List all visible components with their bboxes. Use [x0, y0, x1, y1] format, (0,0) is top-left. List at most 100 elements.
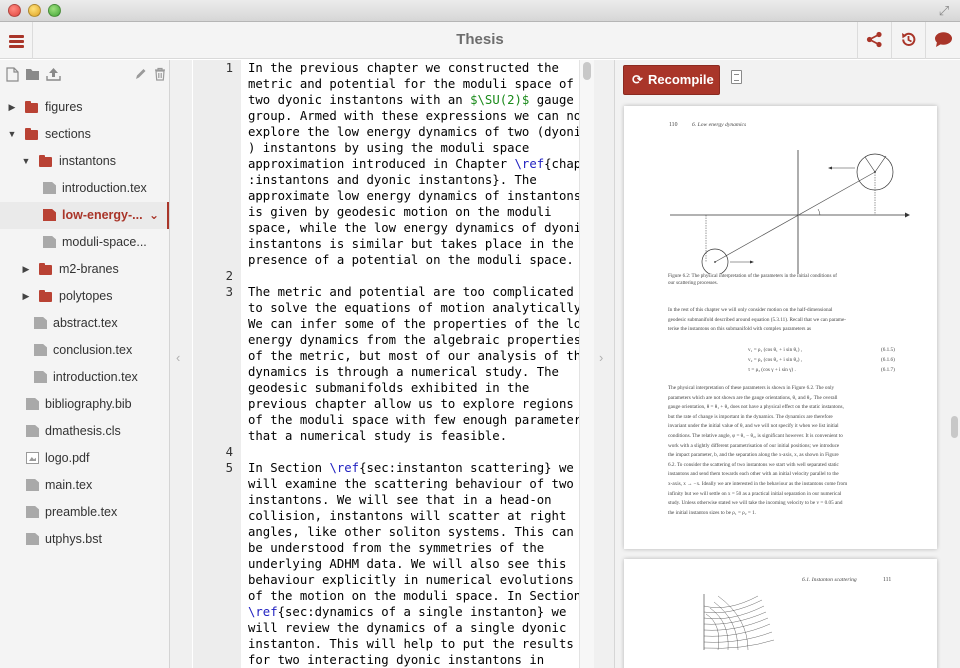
history-button[interactable] — [891, 22, 925, 59]
tree-item-label: conclusion.tex — [53, 343, 133, 357]
code-line[interactable]: We can infer some of the properties of t… — [248, 316, 589, 332]
file-item-logo-pdf[interactable]: logo.pdf — [0, 445, 169, 472]
latex-command: \ref — [329, 461, 360, 475]
code-line[interactable]: two dyonic instantons with an $\SU(2)$ g… — [248, 92, 574, 108]
file-item-abstract-tex[interactable]: abstract.tex — [0, 310, 169, 337]
code-line[interactable]: to solve the equations of motion analyti… — [248, 300, 589, 316]
code-line[interactable]: instantons. We will see that in a head-o… — [248, 492, 552, 508]
code-line[interactable]: instantons is similar but takes place in… — [248, 236, 574, 252]
folder-icon — [39, 155, 52, 167]
code-line[interactable]: approximation introduced in Chapter \ref… — [248, 156, 581, 172]
caret-right-icon[interactable]: ▶ — [20, 283, 32, 310]
caret-down-icon[interactable]: ▼ — [20, 148, 32, 175]
pdf-page[interactable]: 110 6. Low energy dynamics Figure 6.2: T… — [624, 106, 937, 549]
code-line[interactable]: :instantons and dyonic instantons}. The — [248, 172, 537, 188]
code-line[interactable]: ) instantons by using the moduli space — [248, 140, 529, 156]
code-line[interactable]: instanton. This will help to put the res… — [248, 636, 574, 652]
rename-icon[interactable] — [134, 67, 147, 81]
code-line[interactable]: of the motion on the moduli space. In Se… — [248, 588, 581, 604]
code-line[interactable]: group. Armed with these expressions we c… — [248, 108, 589, 124]
caret-down-icon[interactable]: ▼ — [6, 121, 18, 148]
code-line[interactable]: \ref{sec:dynamics of a single instanton}… — [248, 604, 566, 620]
minimize-window-button[interactable] — [28, 4, 41, 17]
recompile-button[interactable]: ⟳ Recompile — [623, 65, 720, 95]
tree-item-label: instantons — [59, 154, 116, 168]
folder-item-figures[interactable]: ▶ figures — [0, 94, 169, 121]
collapse-pdf-handle[interactable]: › — [594, 60, 615, 668]
code-line[interactable]: approximate low energy dynamics of insta… — [248, 188, 581, 204]
hamburger-icon — [9, 35, 24, 38]
fullscreen-icon[interactable]: ⤢ — [936, 3, 952, 19]
editor-scrollbar-thumb[interactable] — [583, 62, 591, 80]
code-line[interactable]: explore the low energy dynamics of two (… — [248, 124, 589, 140]
code-line[interactable]: collision, instantons will scatter at ri… — [248, 508, 566, 524]
hamburger-icon-bar — [9, 40, 24, 43]
document-icon[interactable] — [731, 70, 742, 84]
code-line[interactable]: In the previous chapter we constructed t… — [248, 60, 559, 76]
code-line[interactable]: of the moduli space with few enough para… — [248, 412, 589, 428]
code-line[interactable]: energy dynamics from the algebraic prope… — [248, 332, 581, 348]
collapse-file-tree-handle[interactable]: ‹ — [170, 60, 192, 668]
file-item-conclusion-tex[interactable]: conclusion.tex — [0, 337, 169, 364]
code-line[interactable]: angles, like other soliton systems. This… — [248, 524, 574, 540]
zoom-window-button[interactable] — [48, 4, 61, 17]
file-item-main-tex[interactable]: main.tex — [0, 472, 169, 499]
code-line[interactable]: underlying ADHM data. We will also see t… — [248, 556, 566, 572]
tree-item-label: preamble.tex — [45, 505, 118, 519]
folder-item-m2-branes[interactable]: ▶ m2-branes — [0, 256, 169, 283]
code-text: of the motion on the moduli space. In Se… — [248, 589, 582, 603]
code-line[interactable]: of the metric, but most of our analysis … — [248, 348, 589, 364]
pdf-page[interactable]: 6.1. Instanton scattering 111 — [624, 559, 937, 668]
file-item-preamble-tex[interactable]: preamble.tex — [0, 499, 169, 526]
code-text: of the moduli space with few enough para… — [248, 413, 589, 427]
caret-right-icon[interactable]: ▶ — [20, 256, 32, 283]
delete-icon[interactable] — [154, 67, 166, 81]
code-line[interactable]: is given by geodesic motion on the modul… — [248, 204, 552, 220]
code-line[interactable]: previous chapter allow us to explore reg… — [248, 396, 574, 412]
share-button[interactable] — [857, 22, 891, 59]
menu-button[interactable] — [0, 22, 33, 59]
pdf-scrollbar[interactable] — [949, 60, 960, 668]
code-line[interactable]: The metric and potential are too complic… — [248, 284, 574, 300]
file-icon — [34, 317, 47, 329]
code-line[interactable]: space, while the low energy dynamics of … — [248, 220, 589, 236]
folder-item-instantons[interactable]: ▼ instantons — [0, 148, 169, 175]
code-line[interactable]: geodesic submanifolds exhibited in the — [248, 380, 529, 396]
code-line[interactable]: will review the dynamics of a single dyo… — [248, 620, 566, 636]
close-window-button[interactable] — [8, 4, 21, 17]
code-text: underlying ADHM data. We will also see t… — [248, 557, 567, 571]
pdf-equation-tag: (6.1.7) — [881, 367, 895, 373]
code-line[interactable]: for two interacting dyonic instantons in — [248, 652, 544, 668]
chevron-down-icon[interactable]: ⌄ — [149, 202, 159, 229]
upload-icon[interactable] — [46, 67, 61, 81]
file-item-introduction-tex[interactable]: introduction.tex — [0, 364, 169, 391]
code-line[interactable]: behaviour explicitly in numerical evolut… — [248, 572, 574, 588]
figure-contour-plot — [703, 594, 775, 650]
code-line[interactable]: In Section \ref{sec:instanton scattering… — [248, 460, 574, 476]
file-item-utphys-bst[interactable]: utphys.bst — [0, 526, 169, 553]
editor-scrollbar[interactable] — [579, 60, 594, 668]
new-file-icon[interactable] — [6, 67, 19, 82]
code-line[interactable]: that a numerical study is feasible. — [248, 428, 507, 444]
code-line[interactable]: will examine the scattering behaviour of… — [248, 476, 574, 492]
code-line[interactable]: presence of a potential on the moduli sp… — [248, 252, 574, 268]
pdf-equation-tag: (6.1.6) — [881, 357, 895, 363]
file-item-low-energy[interactable]: low-energy-... ⌄ — [0, 202, 169, 229]
folder-item-sections[interactable]: ▼ sections — [0, 121, 169, 148]
code-line[interactable]: dynamics is through a numerical study. T… — [248, 364, 559, 380]
file-item-bibliography-bib[interactable]: bibliography.bib — [0, 391, 169, 418]
caret-right-icon[interactable]: ▶ — [6, 94, 18, 121]
file-item-dmathesis-cls[interactable]: dmathesis.cls — [0, 418, 169, 445]
folder-icon — [39, 290, 52, 302]
code-text: The metric and potential are too complic… — [248, 285, 574, 299]
file-item-moduli-space[interactable]: moduli-space... — [0, 229, 169, 256]
code-text: angles, like other soliton systems. This… — [248, 525, 574, 539]
code-line[interactable]: metric and potential for the moduli spac… — [248, 76, 574, 92]
code-editor[interactable]: 1 In the previous chapter we constructed … — [193, 60, 594, 668]
new-folder-icon[interactable] — [25, 67, 40, 81]
code-line[interactable]: be understood from the symmetries of the — [248, 540, 544, 556]
folder-item-polytopes[interactable]: ▶ polytopes — [0, 283, 169, 310]
pdf-scrollbar-thumb[interactable] — [951, 416, 958, 438]
file-item-introduction-tex[interactable]: introduction.tex — [0, 175, 169, 202]
chat-button[interactable] — [925, 22, 960, 59]
